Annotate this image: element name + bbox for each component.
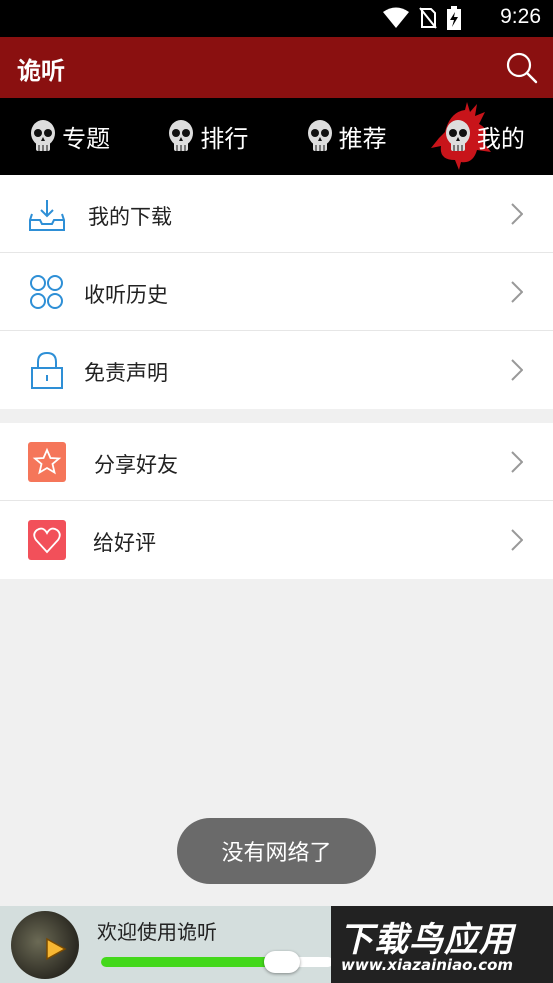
no-sim-icon [419,7,437,29]
chevron-right-icon [511,451,523,473]
wifi-icon [383,7,409,28]
toast-text: 没有网络了 [221,841,332,866]
menu-item-label: 免责声明 [84,361,168,385]
watermark-main: 下载鸟应用 [339,920,514,960]
watermark-sub: www.xiazainiao.com [341,956,514,974]
progress-fill [101,957,282,967]
player-title: 欢迎使用诡听 [97,920,217,944]
tab-topics[interactable]: 专题 [0,98,138,175]
search-icon [506,52,538,84]
chevron-right-icon [511,281,523,303]
tab-recommend[interactable]: 推荐 [277,98,415,175]
skull-icon [31,119,56,151]
star-icon [28,442,66,482]
menu-list-main: 我的下载 收听历史 免责声明 [0,175,553,409]
skull-icon [307,119,332,151]
app-bar: 诡听 [0,37,553,98]
menu-item-label: 给好评 [93,531,156,555]
progress-thumb[interactable] [264,951,300,973]
battery-charging-icon [447,6,461,30]
menu-list-secondary: 分享好友 给好评 [0,423,553,579]
search-button[interactable] [505,51,539,85]
skull-icon [169,119,194,151]
chevron-right-icon [511,359,523,381]
menu-item-share[interactable]: 分享好友 [0,423,553,501]
download-tray-icon [29,200,65,231]
status-icons [383,6,461,30]
tab-ranking[interactable]: 排行 [138,98,276,175]
lock-icon [31,351,63,389]
app-title: 诡听 [17,57,65,85]
tab-mine[interactable]: 我的 [415,98,553,175]
menu-item-rate[interactable]: 给好评 [0,501,553,579]
progress-slider[interactable] [101,951,333,973]
tab-label: 我的 [476,125,525,153]
tab-label: 排行 [200,125,249,153]
play-icon [46,937,67,961]
menu-item-label: 分享好友 [94,453,178,477]
skull-icon [445,119,470,151]
chevron-right-icon [511,203,523,225]
menu-item-downloads[interactable]: 我的下载 [0,175,553,253]
status-bar: 9:26 [0,0,553,37]
toast-message: 没有网络了 [177,818,376,884]
menu-item-disclaimer[interactable]: 免责声明 [0,331,553,409]
watermark-logo: 下载鸟应用 www.xiazainiao.com [331,906,553,983]
tab-label: 推荐 [338,125,387,153]
heart-icon [28,520,66,560]
tab-label: 专题 [62,125,111,153]
menu-item-label: 收听历史 [84,283,168,307]
status-time: 9:26 [500,5,541,28]
menu-item-label: 我的下载 [88,205,172,229]
album-cover[interactable] [11,911,79,979]
chevron-right-icon [511,529,523,551]
four-circles-icon [30,275,63,309]
tab-bar: 专题 排行 推荐 我的 [0,98,553,175]
menu-item-history[interactable]: 收听历史 [0,253,553,331]
